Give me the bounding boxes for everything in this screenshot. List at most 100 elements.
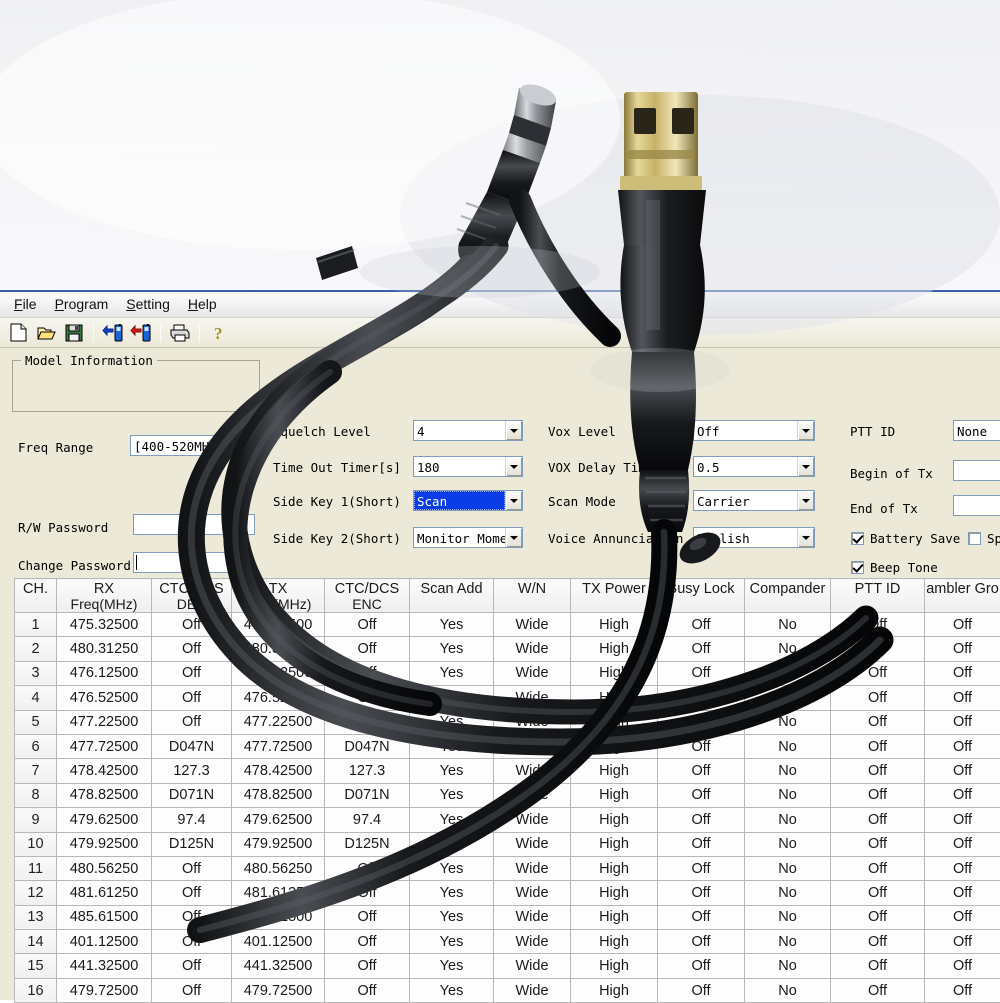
cell-ctc_enc[interactable]: D071N (325, 783, 410, 807)
cell-tx_freq[interactable]: 401.12500 (232, 930, 325, 954)
cell-compander[interactable]: No (745, 613, 831, 637)
table-row[interactable]: 9479.6250097.4479.6250097.4YesWideHighOf… (15, 808, 1000, 832)
cell-ctc_enc[interactable]: Off (325, 710, 410, 734)
cell-tx_freq[interactable]: 479.72500 (232, 978, 325, 1002)
cell-ctc_dec[interactable]: 127.3 (152, 759, 232, 783)
menu-item-setting[interactable]: Setting (118, 294, 180, 315)
cell-scrambler[interactable]: Off (925, 954, 1000, 978)
cell-busy_lock[interactable]: Off (658, 734, 745, 758)
cell-compander[interactable]: No (745, 661, 831, 685)
cell-wn[interactable]: Wide (494, 832, 571, 856)
cell-scan_add[interactable]: Yes (410, 661, 494, 685)
cell-ctc_dec[interactable]: Off (152, 686, 232, 710)
cell-ctc_enc[interactable]: Off (325, 930, 410, 954)
side-key-2-short-combo[interactable]: Monitor Momen (413, 527, 523, 548)
cell-wn[interactable]: Wide (494, 783, 571, 807)
freq-range-combo[interactable]: [400-520MHz] (130, 435, 240, 456)
cell-ch[interactable]: 12 (15, 881, 57, 905)
cell-tx_freq[interactable]: 478.82500 (232, 783, 325, 807)
cell-busy_lock[interactable]: Off (658, 978, 745, 1002)
cell-tx_power[interactable]: High (571, 734, 658, 758)
table-row[interactable]: 8478.82500D071N478.82500D071NYesWideHigh… (15, 783, 1000, 807)
print-icon[interactable] (167, 321, 193, 345)
cell-busy_lock[interactable]: Off (658, 783, 745, 807)
cell-tx_freq[interactable]: 480.31250 (232, 637, 325, 661)
cell-tx_freq[interactable]: 441.32500 (232, 954, 325, 978)
cell-busy_lock[interactable]: Off (658, 905, 745, 929)
cell-ptt_id[interactable]: Off (831, 832, 925, 856)
cell-rx_freq[interactable]: 480.56250 (57, 856, 152, 880)
cell-wn[interactable]: Wide (494, 881, 571, 905)
table-row[interactable]: 12481.61250Off481.61250OffYesWideHighOff… (15, 881, 1000, 905)
cell-ptt_id[interactable]: Off (831, 637, 925, 661)
cell-scrambler[interactable]: Off (925, 881, 1000, 905)
cell-scan_add[interactable]: Yes (410, 832, 494, 856)
channel-table[interactable]: CH.RXFreq(MHz)CTC/DCSDECTXFreq(MHz)CTC/D… (14, 578, 1000, 1003)
cell-scrambler[interactable]: Off (925, 759, 1000, 783)
table-row[interactable]: 13485.61500Off485.61500OffYesWideHighOff… (15, 905, 1000, 929)
cell-ctc_enc[interactable]: Off (325, 905, 410, 929)
cell-ptt_id[interactable]: Off (831, 978, 925, 1002)
vox-delay-time-combo[interactable]: 0.5 (693, 456, 815, 477)
cell-ch[interactable]: 5 (15, 710, 57, 734)
cell-wn[interactable]: Wide (494, 613, 571, 637)
chevron-down-icon[interactable] (505, 491, 522, 510)
cell-wn[interactable]: Wide (494, 661, 571, 685)
change-password-input[interactable] (133, 552, 238, 573)
cell-rx_freq[interactable]: 478.42500 (57, 759, 152, 783)
cell-scan_add[interactable]: Yes (410, 905, 494, 929)
cell-tx_power[interactable]: High (571, 661, 658, 685)
squelch-level-combo[interactable]: 4 (413, 420, 523, 441)
ptt-id-combo[interactable]: None (953, 420, 1000, 441)
column-header-scrambler[interactable]: ambler Gro (925, 579, 1000, 613)
cell-busy_lock[interactable]: Off (658, 808, 745, 832)
write-to-radio-icon[interactable] (128, 321, 154, 345)
cell-compander[interactable]: No (745, 808, 831, 832)
table-row[interactable]: 2480.31250Off480.31250OffYesWideHighOffN… (15, 637, 1000, 661)
cell-ctc_dec[interactable]: Off (152, 710, 232, 734)
menu-item-file[interactable]: File (6, 294, 47, 315)
cell-ctc_dec[interactable]: Off (152, 930, 232, 954)
cell-scrambler[interactable]: Off (925, 832, 1000, 856)
cell-wn[interactable]: Wide (494, 710, 571, 734)
column-header-ctc_dec[interactable]: CTC/DCSDEC (152, 579, 232, 613)
cell-compander[interactable]: No (745, 637, 831, 661)
begin-of-tx-input[interactable] (953, 460, 1000, 481)
cell-busy_lock[interactable]: Off (658, 759, 745, 783)
cell-scrambler[interactable]: Off (925, 686, 1000, 710)
cell-scan_add[interactable]: Yes (410, 759, 494, 783)
cell-rx_freq[interactable]: 481.61250 (57, 881, 152, 905)
cell-scrambler[interactable]: Off (925, 930, 1000, 954)
cell-compander[interactable]: No (745, 734, 831, 758)
cell-tx_power[interactable]: High (571, 832, 658, 856)
cell-ctc_enc[interactable]: Off (325, 613, 410, 637)
cell-wn[interactable]: Wide (494, 759, 571, 783)
cell-compander[interactable]: No (745, 930, 831, 954)
cell-ptt_id[interactable]: Off (831, 930, 925, 954)
cell-ch[interactable]: 9 (15, 808, 57, 832)
cell-tx_freq[interactable]: 485.61500 (232, 905, 325, 929)
cell-busy_lock[interactable]: Off (658, 954, 745, 978)
cell-ctc_dec[interactable]: Off (152, 881, 232, 905)
cell-tx_power[interactable]: High (571, 759, 658, 783)
read-from-radio-icon[interactable] (100, 321, 126, 345)
cell-scan_add[interactable]: Yes (410, 954, 494, 978)
end-of-tx-input[interactable] (953, 495, 1000, 516)
column-header-ptt_id[interactable]: PTT ID (831, 579, 925, 613)
column-header-ch[interactable]: CH. (15, 579, 57, 613)
menu-item-help[interactable]: Help (180, 294, 227, 315)
cell-rx_freq[interactable]: 485.61500 (57, 905, 152, 929)
cell-ctc_dec[interactable]: Off (152, 905, 232, 929)
table-row[interactable]: 7478.42500127.3478.42500127.3YesWideHigh… (15, 759, 1000, 783)
cell-compander[interactable]: No (745, 856, 831, 880)
menu-item-program[interactable]: Program (47, 294, 119, 315)
cell-ctc_dec[interactable]: Off (152, 856, 232, 880)
chevron-down-icon[interactable] (797, 421, 814, 440)
cell-tx_freq[interactable]: 476.52500 (232, 686, 325, 710)
cell-scan_add[interactable]: Yes (410, 686, 494, 710)
cell-tx_power[interactable]: High (571, 930, 658, 954)
column-header-compander[interactable]: Compander (745, 579, 831, 613)
cell-tx_power[interactable]: High (571, 881, 658, 905)
save-file-icon[interactable] (61, 321, 87, 345)
cell-scan_add[interactable]: Yes (410, 783, 494, 807)
